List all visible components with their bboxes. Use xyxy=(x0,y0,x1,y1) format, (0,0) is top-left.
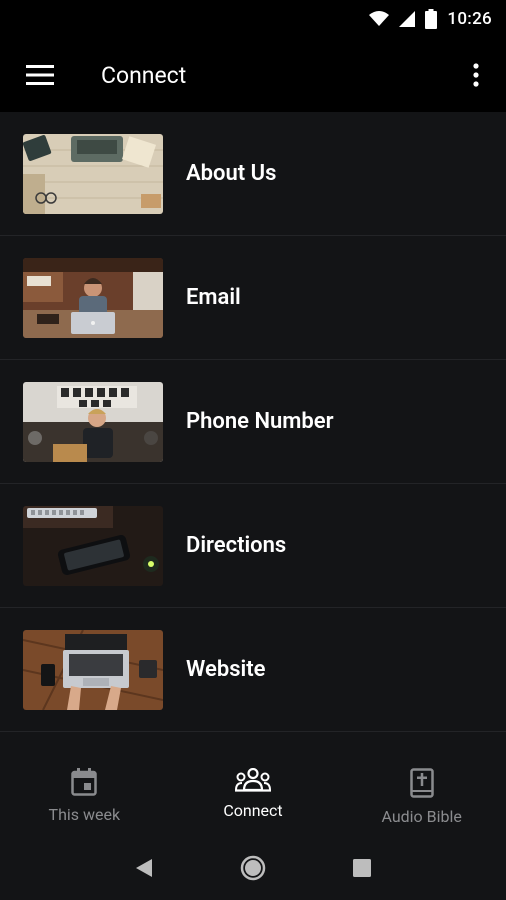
list-item-email[interactable]: Email xyxy=(0,236,506,360)
home-icon xyxy=(240,855,266,881)
people-group-icon xyxy=(235,768,271,792)
list-item-label: Email xyxy=(186,285,241,310)
app-bar: Connect xyxy=(0,38,506,112)
calendar-icon xyxy=(71,768,98,796)
battery-icon xyxy=(425,9,438,29)
desk-with-typewriter-photo xyxy=(23,133,163,214)
recents-button[interactable] xyxy=(332,838,392,898)
man-at-laptop-photo xyxy=(23,257,163,338)
connect-list: About Us Email Phone Number Directions W… xyxy=(0,112,506,732)
back-icon xyxy=(136,859,153,877)
status-time: 10:26 xyxy=(447,9,492,29)
nav-tab-label: This week xyxy=(48,805,121,824)
recents-icon xyxy=(352,859,371,877)
list-item-label: Directions xyxy=(186,533,287,558)
coffee-shop-phone-call-photo xyxy=(23,381,163,462)
cell-signal-icon xyxy=(399,11,416,27)
more-vert-icon xyxy=(473,63,479,87)
list-item-label: Website xyxy=(186,657,266,682)
nav-tab-this-week[interactable]: This week xyxy=(0,732,169,836)
list-item-directions[interactable]: Directions xyxy=(0,484,506,608)
list-item-about-us[interactable]: About Us xyxy=(0,112,506,236)
list-item-website[interactable]: Website xyxy=(0,608,506,732)
home-button[interactable] xyxy=(223,838,283,898)
nav-tab-label: Audio Bible xyxy=(381,807,462,826)
nav-tab-connect[interactable]: Connect xyxy=(169,732,338,836)
bible-icon xyxy=(409,768,434,798)
page-title: Connect xyxy=(101,61,187,89)
typing-on-laptop-photo xyxy=(23,629,163,710)
list-item-phone-number[interactable]: Phone Number xyxy=(0,360,506,484)
system-navigation-bar xyxy=(0,836,506,900)
status-bar: 10:26 xyxy=(0,0,506,38)
list-item-label: Phone Number xyxy=(186,409,334,434)
hamburger-menu-icon xyxy=(26,65,54,85)
nav-tab-audio-bible[interactable]: Audio Bible xyxy=(337,732,506,836)
list-item-label: About Us xyxy=(186,161,277,186)
back-button[interactable] xyxy=(114,838,174,898)
hamburger-menu-button[interactable] xyxy=(0,38,80,112)
bottom-navigation: This week Connect Audio Bible xyxy=(0,732,506,836)
more-options-button[interactable] xyxy=(446,38,506,112)
phone-on-desk-photo xyxy=(23,505,163,586)
wifi-icon xyxy=(369,11,390,26)
nav-tab-label: Connect xyxy=(223,801,283,820)
